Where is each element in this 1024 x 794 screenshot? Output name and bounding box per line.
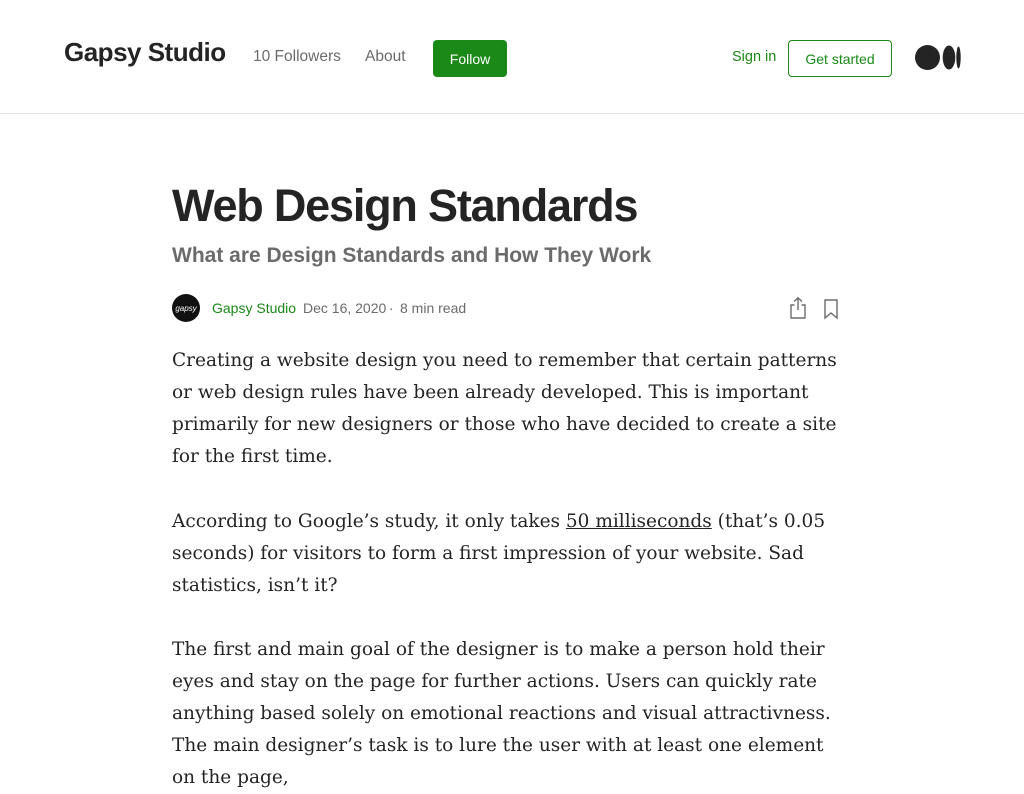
article-paragraph: The first and main goal of the designer … <box>172 639 831 788</box>
meta-separator: · <box>389 300 394 316</box>
author-name-link[interactable]: Gapsy Studio <box>212 300 296 316</box>
50-milliseconds-link[interactable]: 50 milliseconds <box>566 511 712 532</box>
publish-date: Dec 16, 2020 <box>303 300 387 316</box>
follow-button[interactable]: Follow <box>433 40 507 77</box>
top-navigation-bar: Gapsy Studio 10 Followers About Follow S… <box>0 0 1024 114</box>
article-title: Web Design Standards <box>172 180 638 231</box>
paragraph-text: According to Google’s study, it only tak… <box>172 511 566 532</box>
medium-logo-icon[interactable] <box>915 45 961 70</box>
about-link[interactable]: About <box>365 48 406 66</box>
article-paragraph: Creating a website design you need to re… <box>172 350 837 467</box>
sign-in-link[interactable]: Sign in <box>732 49 776 65</box>
get-started-button[interactable]: Get started <box>788 40 892 77</box>
publication-name[interactable]: Gapsy Studio <box>64 37 226 68</box>
article-subtitle: What are Design Standards and How They W… <box>172 244 652 267</box>
bookmark-icon[interactable] <box>822 298 840 320</box>
author-avatar[interactable]: gapsy <box>172 294 200 322</box>
article-paragraph: According to Google’s study, it only tak… <box>172 506 852 602</box>
share-icon[interactable] <box>788 296 808 320</box>
followers-link[interactable]: 10 Followers <box>253 48 341 66</box>
read-time: 8 min read <box>400 300 467 316</box>
